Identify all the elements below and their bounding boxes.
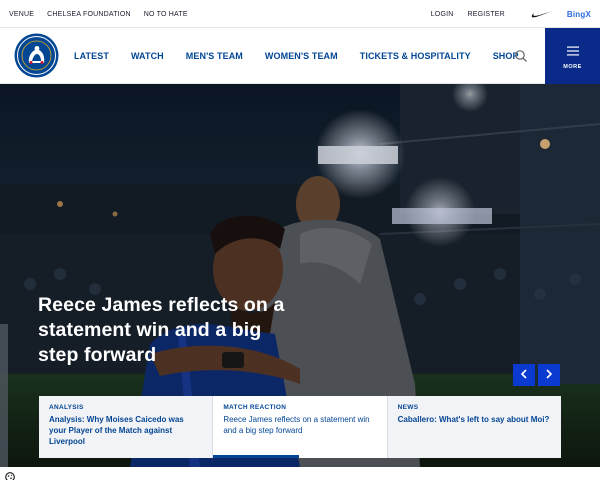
nav-latest[interactable]: LATEST	[74, 51, 109, 61]
nav-watch[interactable]: WATCH	[131, 51, 164, 61]
cookie-icon[interactable]	[5, 469, 15, 480]
chevron-right-icon	[545, 366, 553, 384]
carousel-next-button[interactable]	[538, 364, 560, 386]
no-to-hate-link[interactable]: NO TO HATE	[144, 11, 188, 18]
story-card-match-reaction[interactable]: MATCH REACTION Reece James reflects on a…	[213, 396, 388, 458]
chelsea-crest-logo[interactable]	[14, 33, 59, 78]
utility-bar: VENUE CHELSEA FOUNDATION NO TO HATE LOGI…	[0, 0, 600, 28]
primary-menu: LATEST WATCH MEN'S TEAM WOMEN'S TEAM TIC…	[74, 28, 519, 84]
utility-links: VENUE CHELSEA FOUNDATION NO TO HATE	[9, 0, 188, 28]
nav-mens-team[interactable]: MEN'S TEAM	[186, 51, 243, 61]
more-menu-button[interactable]: MORE	[545, 28, 600, 84]
nav-tickets-hospitality[interactable]: TICKETS & HOSPITALITY	[360, 51, 471, 61]
carousel-prev-button[interactable]	[513, 364, 535, 386]
chevron-left-icon	[520, 366, 528, 384]
venue-link[interactable]: VENUE	[9, 11, 34, 18]
story-title[interactable]: Caballero: What's left to say about Moi?	[398, 414, 551, 425]
story-category: NEWS	[397, 404, 419, 411]
footer-strip	[0, 467, 600, 480]
hamburger-icon	[566, 43, 579, 61]
active-story-progress	[213, 455, 300, 458]
hero-headline[interactable]: Reece James reflects on a statement win …	[38, 293, 288, 368]
story-category: MATCH REACTION	[223, 404, 287, 411]
hero-banner[interactable]: Reece James reflects on a statement win …	[0, 84, 600, 467]
story-category: ANALYSIS	[49, 404, 84, 411]
story-card-analysis[interactable]: ANALYSIS Analysis: Why Moises Caicedo wa…	[39, 396, 214, 458]
login-link[interactable]: LOGIN	[431, 11, 454, 18]
bingx-logo[interactable]: BingX	[567, 10, 591, 19]
nike-swoosh-icon[interactable]	[531, 10, 553, 19]
utility-right: LOGIN REGISTER BingX	[431, 0, 591, 28]
story-cards: ANALYSIS Analysis: Why Moises Caicedo wa…	[39, 396, 561, 458]
search-icon[interactable]	[514, 49, 528, 63]
register-link[interactable]: REGISTER	[468, 11, 505, 18]
chelsea-foundation-link[interactable]: CHELSEA FOUNDATION	[47, 11, 131, 18]
story-title[interactable]: Analysis: Why Moises Caicedo was your Pl…	[49, 414, 202, 447]
more-label: MORE	[563, 63, 582, 70]
story-title[interactable]: Reece James reflects on a statement win …	[223, 414, 376, 436]
nav-womens-team[interactable]: WOMEN'S TEAM	[265, 51, 338, 61]
carousel-controls	[513, 364, 560, 386]
story-card-news[interactable]: NEWS Caballero: What's left to say about…	[387, 396, 561, 458]
main-nav: LATEST WATCH MEN'S TEAM WOMEN'S TEAM TIC…	[0, 28, 600, 84]
